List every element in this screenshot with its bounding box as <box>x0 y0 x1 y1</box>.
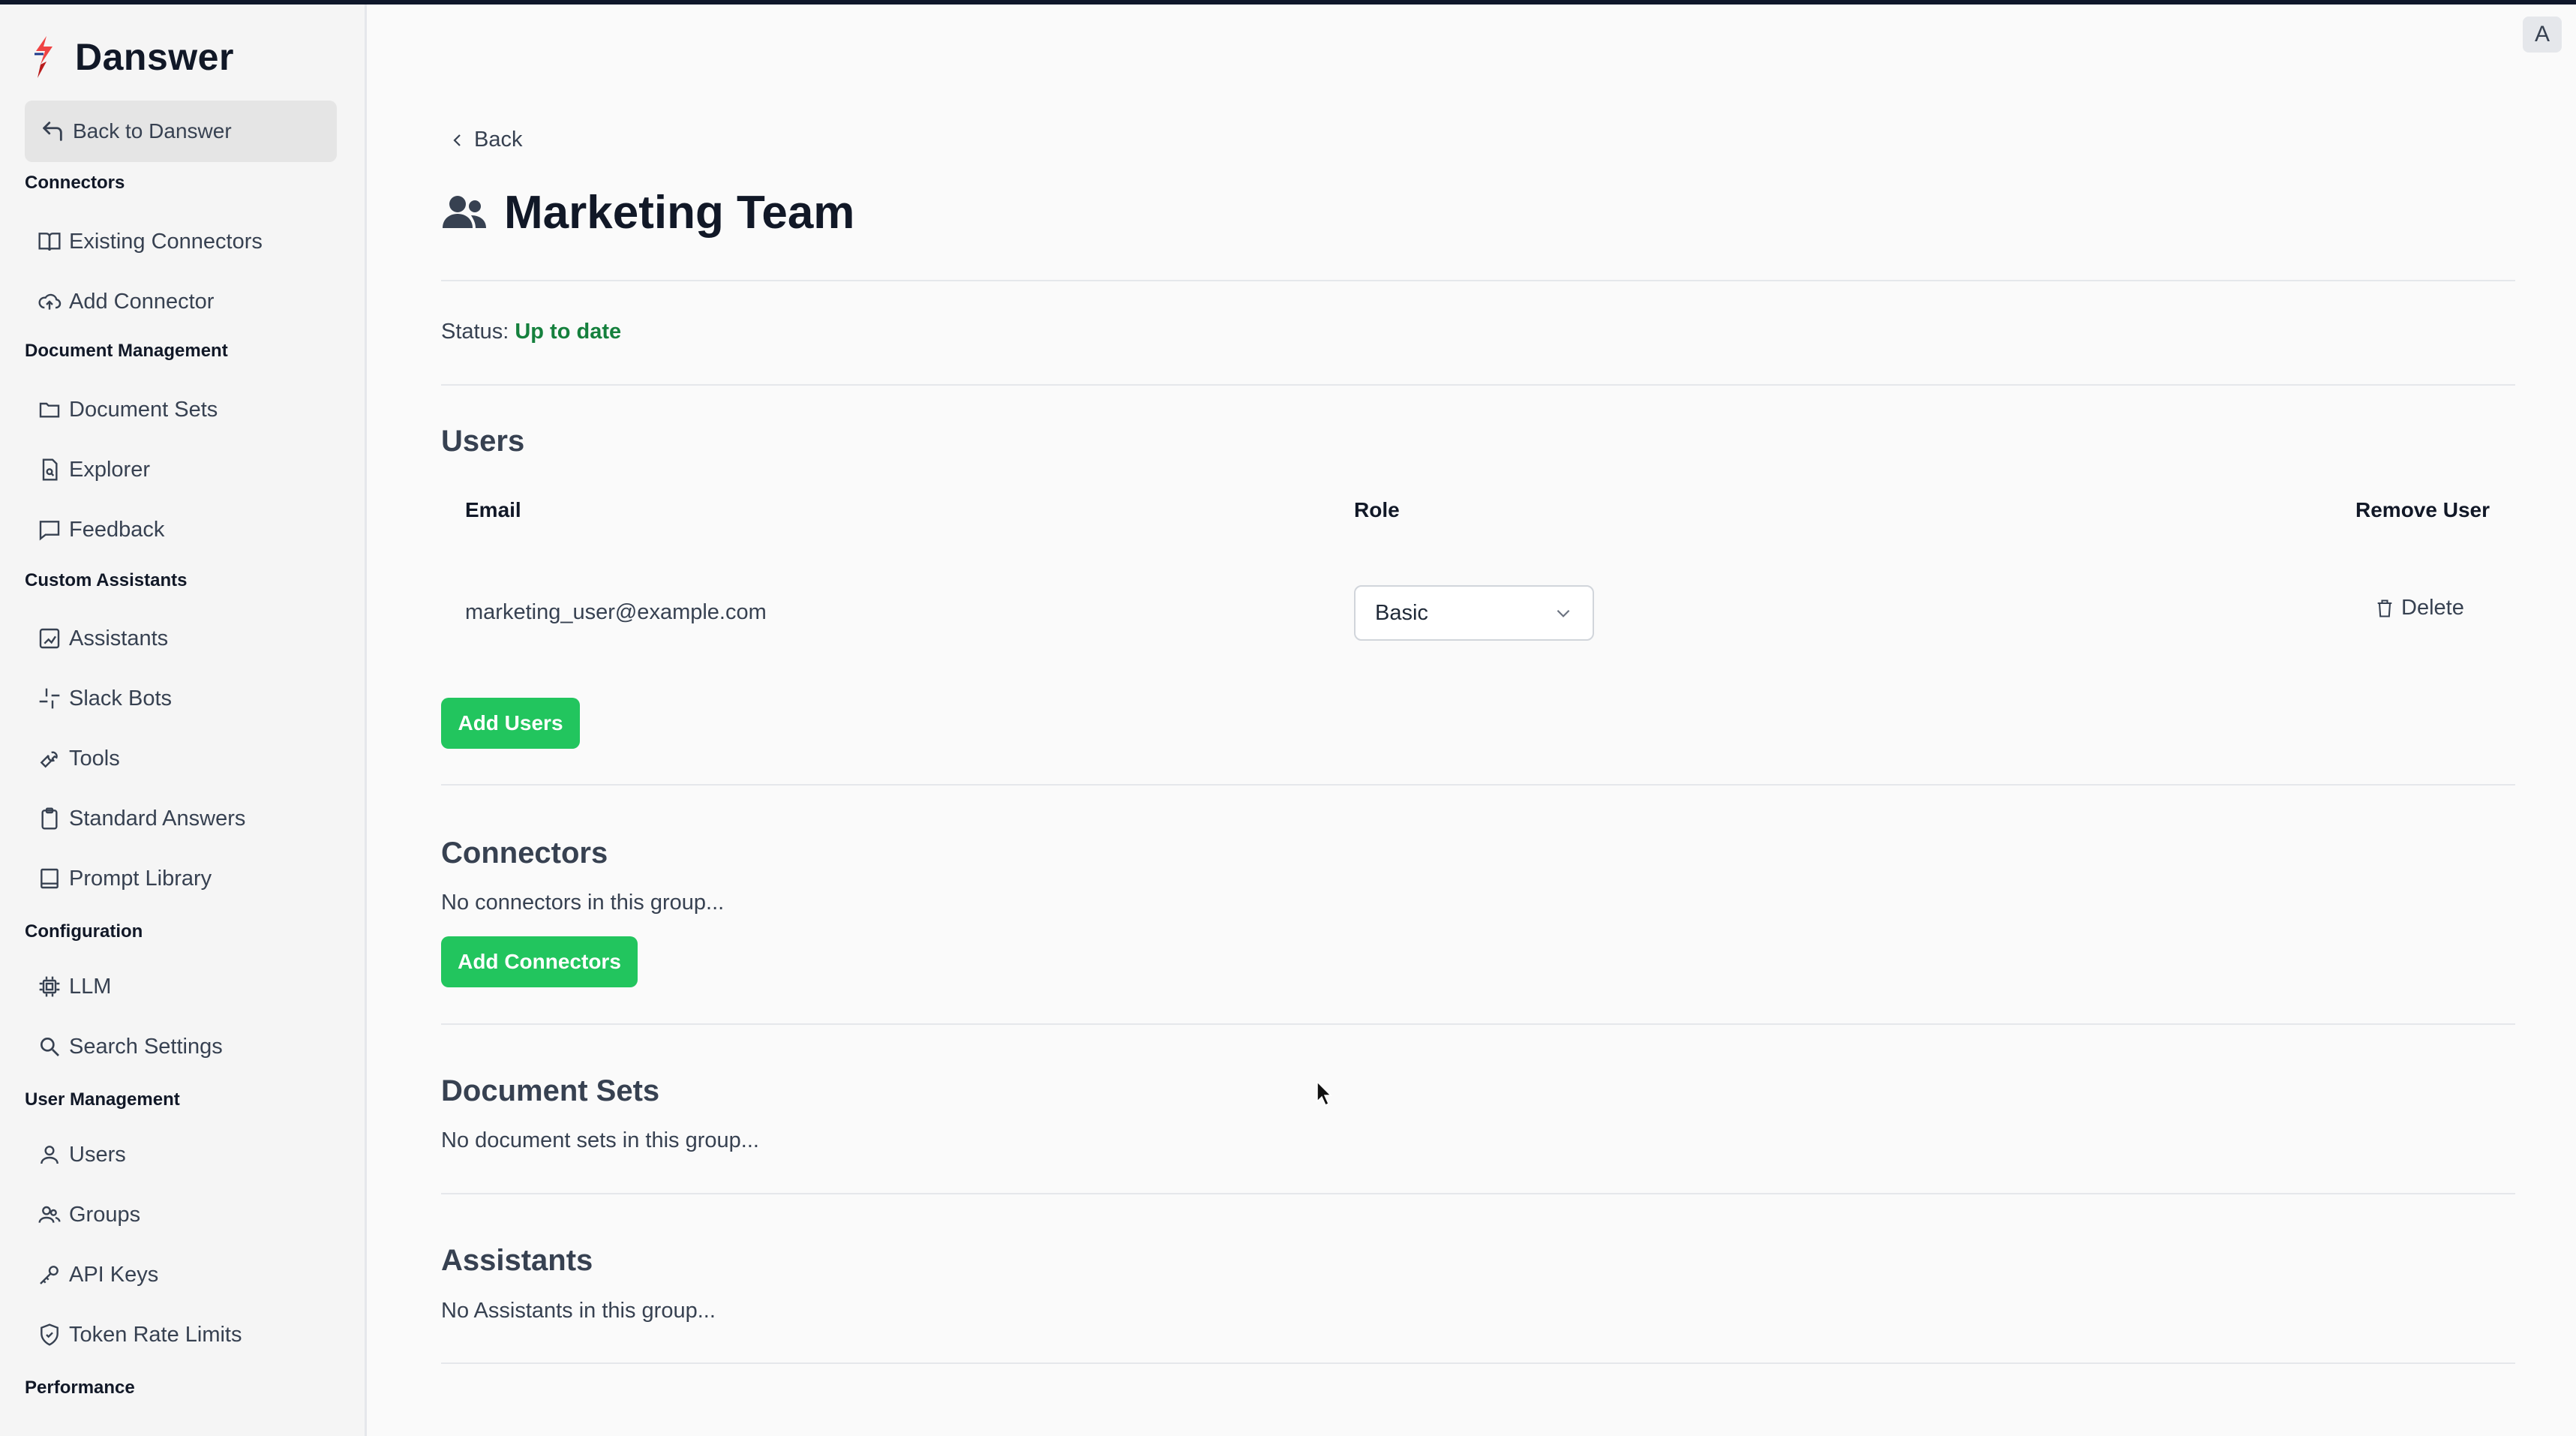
sidebar-item-label: Groups <box>69 1202 141 1227</box>
sidebar-item-label: Tools <box>69 746 120 771</box>
return-arrow-icon <box>43 122 62 141</box>
sidebar: Danswer Back to Danswer Connectors Exist… <box>0 5 367 1436</box>
notebook-icon <box>41 868 59 889</box>
sidebar-item-search-settings[interactable]: Search Settings <box>38 1028 223 1065</box>
sidebar-item-explorer[interactable]: Explorer <box>38 451 150 488</box>
book-icon <box>38 233 61 251</box>
sidebar-item-label: Add Connector <box>69 289 215 314</box>
section-title-user-management: User Management <box>25 1089 180 1110</box>
back-to-danswer-label: Back to Danswer <box>73 119 232 143</box>
sidebar-item-label: Feedback <box>69 517 165 542</box>
danswer-logo-icon <box>35 36 53 78</box>
sidebar-item-assistants[interactable]: Assistants <box>38 620 168 657</box>
sidebar-item-label: Assistants <box>69 626 169 650</box>
users-icon <box>38 1206 61 1223</box>
page-title: Marketing Team <box>441 186 854 239</box>
column-header-remove-user: Remove User <box>2355 498 2490 521</box>
sidebar-item-existing-connectors[interactable]: Existing Connectors <box>38 223 263 260</box>
sidebar-item-users[interactable]: Users <box>38 1136 126 1173</box>
sidebar-item-api-keys[interactable]: API Keys <box>38 1256 158 1293</box>
sidebar-item-label: Search Settings <box>69 1034 223 1059</box>
robot-icon <box>39 628 60 649</box>
sidebar-item-llm[interactable]: LLM <box>38 968 111 1005</box>
sidebar-item-token-rate-limits[interactable]: Token Rate Limits <box>38 1316 242 1353</box>
sidebar-item-label: Existing Connectors <box>69 229 263 254</box>
key-icon <box>40 1266 59 1284</box>
chevron-down-icon <box>1557 609 1570 617</box>
brand[interactable]: Danswer <box>30 30 234 84</box>
divider <box>441 280 2515 281</box>
sidebar-item-label: Explorer <box>69 457 150 482</box>
assistants-empty-text: No Assistants in this group... <box>441 1299 716 1323</box>
role-select-value: Basic <box>1375 600 1428 625</box>
status-line: Status: Up to date <box>441 320 621 344</box>
sidebar-item-feedback[interactable]: Feedback <box>38 511 164 548</box>
status-label: Status: <box>441 320 509 344</box>
clipboard-icon <box>41 807 58 830</box>
message-icon <box>39 521 60 541</box>
sidebar-item-standard-answers[interactable]: Standard Answers <box>38 800 245 837</box>
folder-icon <box>39 402 60 418</box>
assistants-heading: Assistants <box>441 1244 593 1277</box>
slack-icon <box>39 688 60 709</box>
sidebar-item-label: Users <box>69 1142 126 1167</box>
sidebar-item-tools[interactable]: Tools <box>38 740 120 777</box>
add-users-button[interactable]: Add Users <box>441 698 580 749</box>
cpu-icon <box>39 976 60 997</box>
user-icon <box>41 1146 59 1164</box>
section-title-connectors: Connectors <box>25 173 125 193</box>
divider <box>441 1362 2515 1364</box>
section-title-document-management: Document Management <box>25 341 228 361</box>
connectors-heading: Connectors <box>441 837 608 870</box>
mouse-cursor-icon <box>1317 1080 1332 1107</box>
back-to-danswer-button[interactable]: Back to Danswer <box>25 101 337 162</box>
sidebar-item-slack-bots[interactable]: Slack Bots <box>38 680 172 717</box>
file-search-icon <box>42 458 58 481</box>
back-label: Back <box>474 128 523 152</box>
delete-user-button[interactable]: Delete <box>2374 596 2464 620</box>
sidebar-item-label: Prompt Library <box>69 866 212 891</box>
sidebar-item-add-connector[interactable]: Add Connector <box>38 283 214 320</box>
user-email: marketing_user@example.com <box>465 600 767 624</box>
divider <box>441 1193 2515 1194</box>
chevron-left-icon <box>453 134 461 146</box>
wrench-icon <box>40 751 58 768</box>
sidebar-item-label: LLM <box>69 974 112 999</box>
sidebar-item-label: Document Sets <box>69 397 218 422</box>
connectors-empty-text: No connectors in this group... <box>441 891 725 915</box>
column-header-role: Role <box>1354 498 1400 521</box>
document-sets-empty-text: No document sets in this group... <box>441 1128 759 1152</box>
sidebar-item-groups[interactable]: Groups <box>38 1196 140 1233</box>
group-icon <box>443 195 486 228</box>
brand-name: Danswer <box>75 36 234 78</box>
section-title-performance: Performance <box>25 1377 135 1398</box>
sidebar-item-label: API Keys <box>69 1262 159 1287</box>
trash-icon <box>2377 599 2392 617</box>
users-heading: Users <box>441 425 525 458</box>
divider <box>441 1023 2515 1025</box>
divider <box>441 784 2515 786</box>
shield-icon <box>41 1323 59 1346</box>
top-border <box>0 0 2576 5</box>
sidebar-item-prompt-library[interactable]: Prompt Library <box>38 860 212 897</box>
divider <box>441 384 2515 386</box>
status-value: Up to date <box>515 320 622 344</box>
sidebar-item-label: Slack Bots <box>69 686 172 710</box>
document-sets-heading: Document Sets <box>441 1074 660 1107</box>
sidebar-item-label: Standard Answers <box>69 806 246 831</box>
sidebar-item-document-sets[interactable]: Document Sets <box>38 391 218 428</box>
avatar[interactable]: A <box>2523 17 2562 53</box>
search-icon <box>40 1038 59 1056</box>
delete-label: Delete <box>2401 596 2464 620</box>
cloud-upload-icon <box>38 293 62 310</box>
add-connectors-button[interactable]: Add Connectors <box>441 936 638 987</box>
section-title-custom-assistants: Custom Assistants <box>25 570 188 590</box>
section-title-configuration: Configuration <box>25 921 143 942</box>
back-link[interactable]: Back <box>449 128 522 152</box>
column-header-email: Email <box>465 498 521 521</box>
role-select[interactable]: Basic <box>1354 585 1594 641</box>
page-title-text: Marketing Team <box>504 187 855 239</box>
sidebar-item-label: Token Rate Limits <box>69 1322 242 1347</box>
